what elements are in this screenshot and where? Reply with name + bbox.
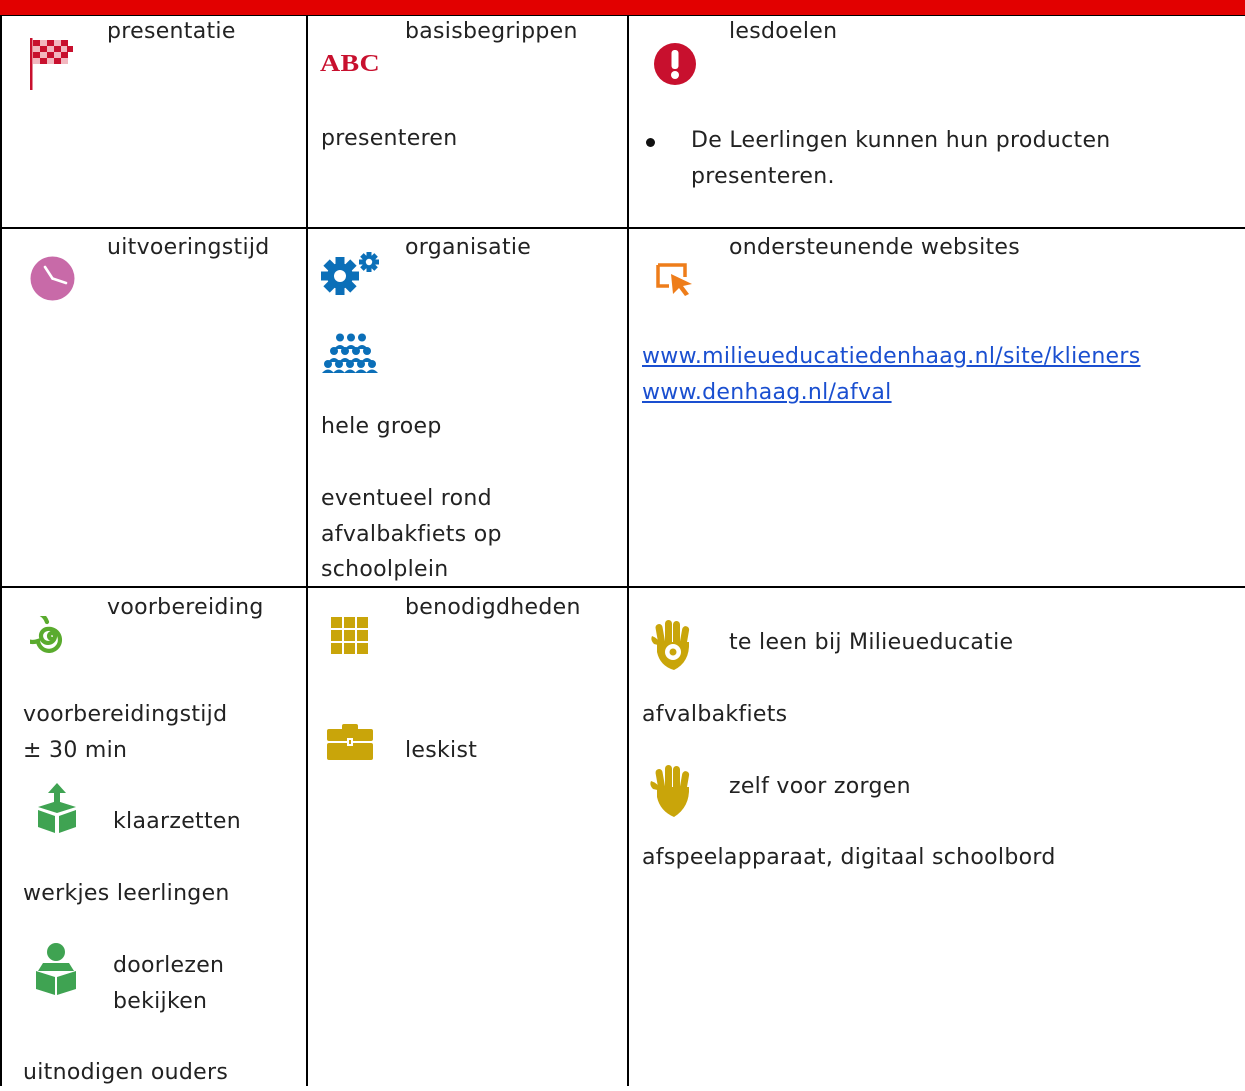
goal-line-1: De Leerlingen kunnen hun producten: [691, 128, 1111, 153]
doorlezen-line-2: bekijken: [113, 989, 208, 1014]
column-divider-1: [306, 15, 308, 1086]
checkered-flag-icon: [30, 38, 73, 90]
location-line-3: schoolplein: [321, 557, 449, 582]
zelf-label: zelf voor zorgen: [729, 774, 911, 799]
abc-icon: ABC: [320, 51, 380, 73]
column-divider-2: [627, 15, 629, 1086]
suitcase-icon: [327, 724, 373, 760]
cell-title-basisbegrippen: basisbegrippen: [405, 19, 578, 44]
row-divider-1: [0, 227, 1245, 229]
spiral-icon: [30, 616, 63, 653]
exclamation-icon: [654, 43, 696, 85]
leskist-label: leskist: [405, 738, 478, 763]
hand-icon: [650, 765, 690, 817]
bullet-icon: [646, 138, 655, 147]
location-line-1: eventueel rond: [321, 486, 492, 511]
website-link-denhaag[interactable]: www.denhaag.nl/afval: [642, 375, 892, 411]
goal-line-2: presenteren.: [691, 164, 835, 189]
term-text: presenteren: [321, 126, 458, 151]
klaarzetten-item: werkjes leerlingen: [23, 881, 230, 906]
cell-title-voorbereiding: voorbereiding: [107, 595, 264, 620]
te-leen-label: te leen bij Milieueducatie: [729, 630, 1014, 655]
group-icon: [322, 333, 378, 373]
te-leen-item: afvalbakfiets: [642, 702, 788, 727]
box-up-icon: [38, 783, 76, 833]
location-line-2: afvalbakfiets op: [321, 522, 502, 547]
klaarzetten-label: klaarzetten: [113, 809, 241, 834]
abc-icon-text: ABC: [320, 51, 380, 73]
row-divider-2: [0, 586, 1245, 588]
cell-title-benodigdheden: benodigdheden: [405, 595, 581, 620]
reader-icon: [36, 943, 76, 995]
doorlezen-line-1: doorlezen: [113, 953, 225, 978]
cell-title-presentatie: presentatie: [107, 19, 236, 44]
zelf-item: afspeelapparaat, digitaal schoolbord: [642, 845, 1056, 870]
cursor-icon: [656, 263, 692, 296]
cell-title-lesdoelen: lesdoelen: [729, 19, 838, 44]
grid-icon: [331, 617, 368, 654]
website-link-milieueducatie[interactable]: www.milieueducatiedenhaag.nl/site/kliene…: [642, 339, 1141, 375]
cell-title-websites: ondersteunende websites: [729, 235, 1021, 260]
group-text: hele groep: [321, 414, 442, 439]
lesson-table: [0, 15, 1245, 1086]
table-border-left: [0, 15, 2, 1086]
cell-title-organisatie: organisatie: [405, 235, 532, 260]
clock-icon: [30, 256, 75, 301]
hand-flower-icon: [651, 620, 690, 670]
cell-title-uitvoeringstijd: uitvoeringstijd: [107, 235, 270, 260]
prep-time-value: ± 30 min: [23, 738, 128, 763]
prep-time-label: voorbereidingstijd: [23, 702, 228, 727]
gears-icon: [321, 252, 379, 295]
